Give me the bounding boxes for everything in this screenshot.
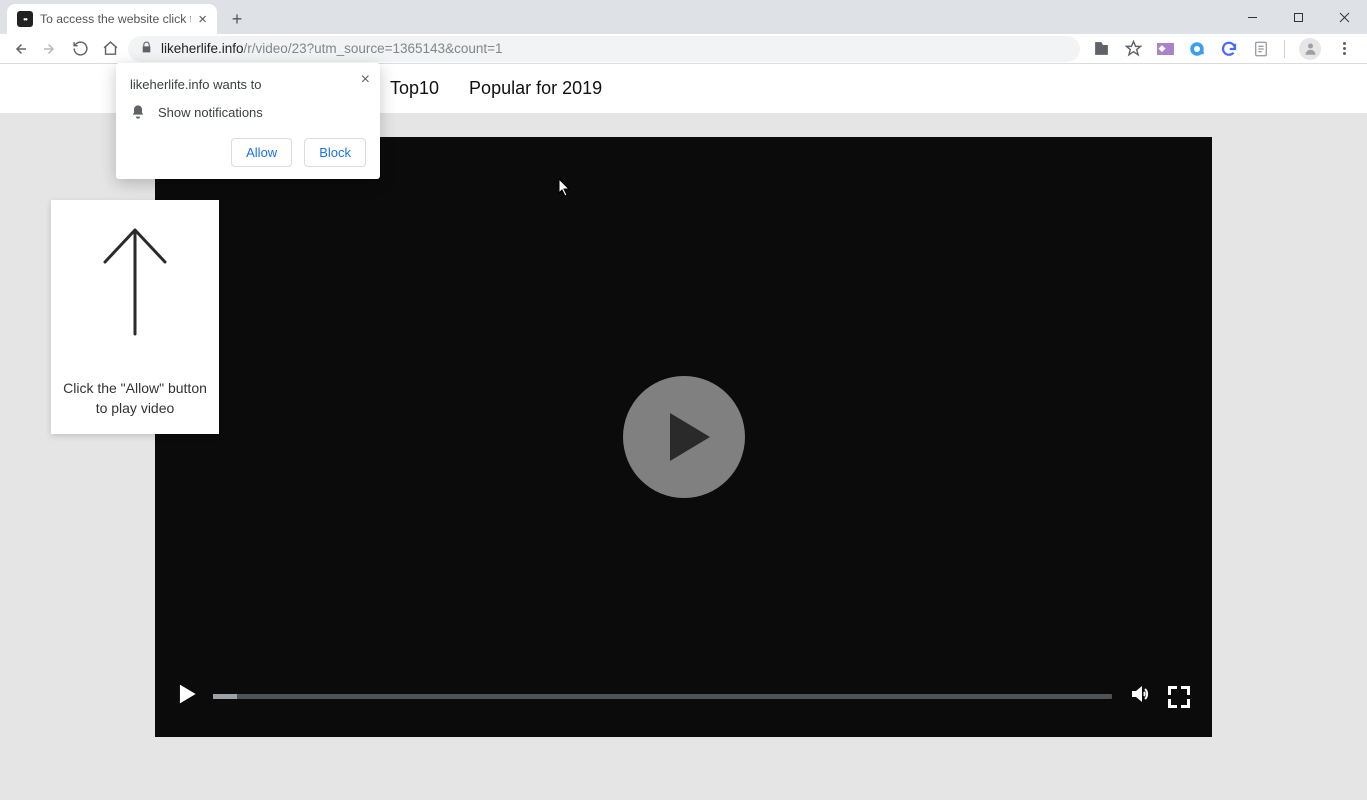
tab-strip: •• To access the website click the "A × …	[0, 0, 1367, 34]
url-text: likeherlife.info/r/video/23?utm_source=1…	[161, 41, 503, 56]
sync-extension-icon[interactable]	[1220, 40, 1238, 58]
progress-bar[interactable]	[213, 694, 1112, 699]
quicktime-extension-icon[interactable]	[1188, 40, 1206, 58]
player-controls	[177, 682, 1190, 711]
page-body: Click the "Allow" button to play video	[0, 113, 1367, 800]
sheet-extension-icon[interactable]	[1252, 40, 1270, 58]
url-domain: likeherlife.info	[161, 41, 244, 56]
video-player	[155, 137, 1212, 737]
profile-avatar[interactable]	[1299, 38, 1321, 60]
forward-button[interactable]	[38, 37, 62, 61]
star-icon[interactable]	[1124, 40, 1142, 58]
window-minimize-button[interactable]	[1229, 0, 1275, 34]
mouse-cursor-icon	[558, 178, 572, 203]
instruction-card: Click the "Allow" button to play video	[51, 200, 219, 434]
instruction-line2: to play video	[96, 400, 175, 416]
window-close-button[interactable]	[1321, 0, 1367, 34]
tab-close-icon[interactable]: ×	[198, 12, 207, 27]
translate-icon[interactable]	[1092, 40, 1110, 58]
url-path: /r/video/23?utm_source=1365143&count=1	[244, 41, 503, 56]
address-bar[interactable]: likeherlife.info/r/video/23?utm_source=1…	[128, 36, 1080, 62]
browser-menu-button[interactable]	[1335, 42, 1353, 55]
flag-extension-icon[interactable]	[1156, 40, 1174, 58]
popup-title: likeherlife.info wants to	[130, 77, 366, 92]
tab-title: To access the website click the "A	[40, 12, 191, 26]
instruction-text: Click the "Allow" button to play video	[63, 379, 207, 418]
progress-buffered	[213, 694, 237, 699]
fullscreen-button[interactable]	[1168, 686, 1190, 708]
block-button[interactable]: Block	[304, 138, 366, 167]
nav-top10[interactable]: Top10	[390, 78, 439, 99]
new-tab-button[interactable]: +	[223, 5, 251, 33]
instruction-line1: Click the "Allow" button	[63, 380, 207, 396]
nav-popular[interactable]: Popular for 2019	[469, 78, 602, 99]
notification-permission-popup: × likeherlife.info wants to Show notific…	[116, 63, 380, 179]
toolbar-separator	[1284, 40, 1285, 58]
lock-icon	[140, 41, 153, 57]
big-play-button[interactable]	[623, 376, 745, 498]
play-button[interactable]	[177, 683, 197, 710]
popup-permission-label: Show notifications	[158, 105, 263, 120]
back-button[interactable]	[8, 37, 32, 61]
window-maximize-button[interactable]	[1275, 0, 1321, 34]
popup-permission-row: Show notifications	[130, 104, 366, 120]
tab-favicon: ••	[17, 11, 33, 27]
bell-icon	[130, 104, 146, 120]
reload-button[interactable]	[68, 37, 92, 61]
allow-button[interactable]: Allow	[231, 138, 292, 167]
popup-actions: Allow Block	[130, 138, 366, 167]
toolbar-icons	[1086, 38, 1359, 60]
browser-tab[interactable]: •• To access the website click the "A ×	[7, 4, 217, 34]
arrow-up-icon	[97, 222, 173, 345]
toolbar: likeherlife.info/r/video/23?utm_source=1…	[0, 34, 1367, 64]
popup-close-icon[interactable]: ×	[361, 71, 370, 89]
volume-button[interactable]	[1128, 682, 1152, 711]
window-controls	[1229, 0, 1367, 34]
home-button[interactable]	[98, 37, 122, 61]
